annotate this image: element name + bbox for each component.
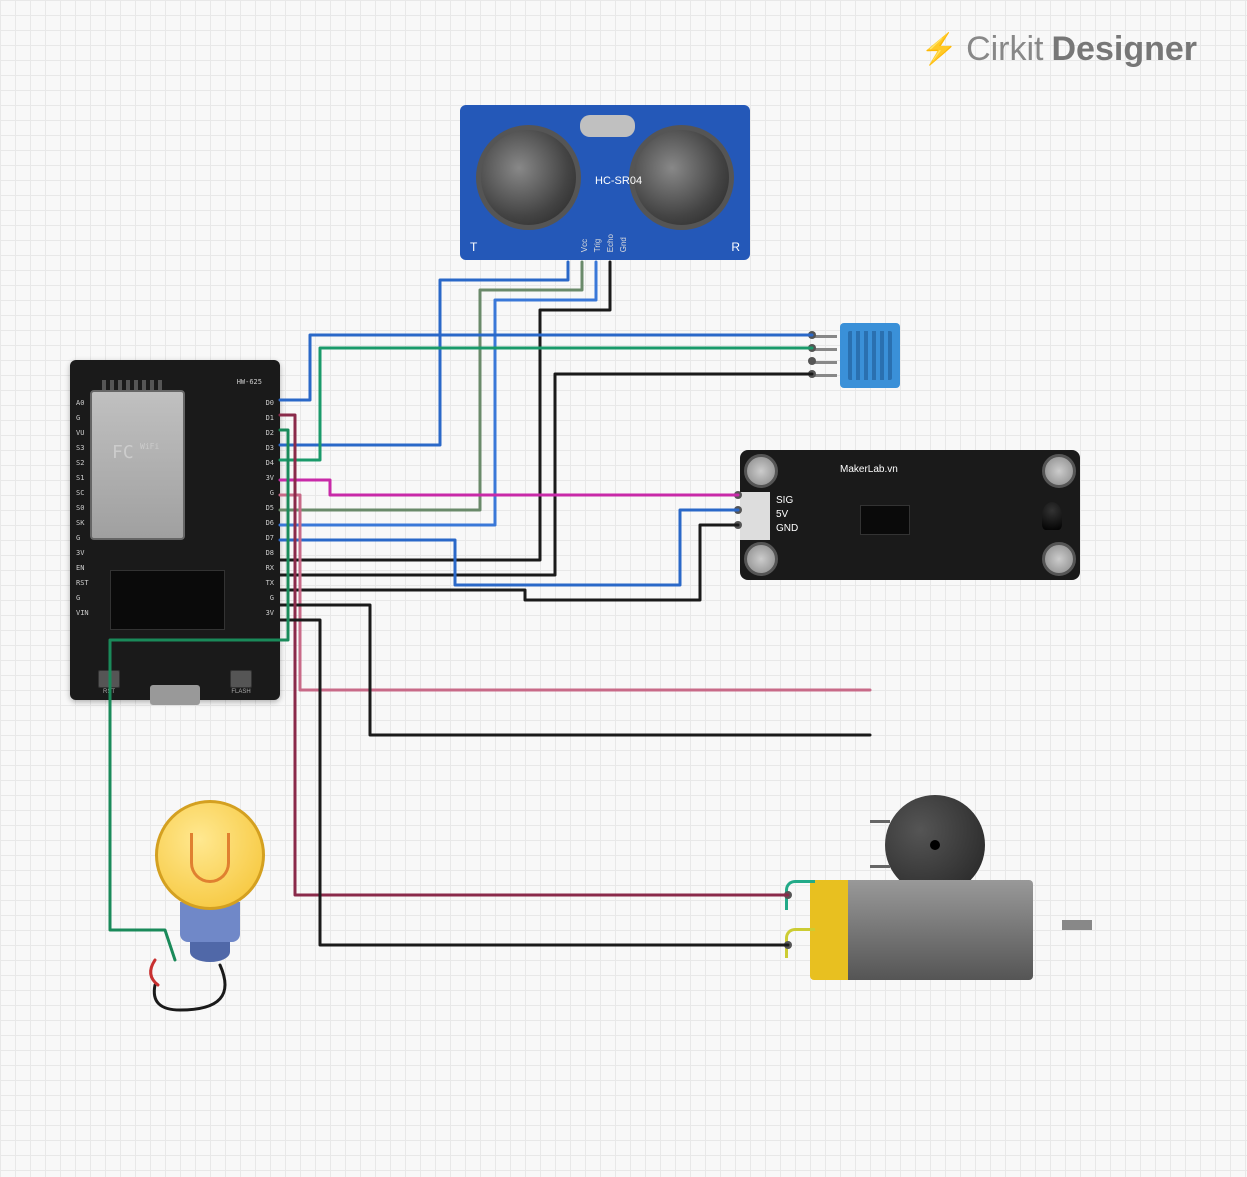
usb-chip: [110, 570, 225, 630]
mount-hole: [744, 454, 778, 488]
motor-endcap: [810, 880, 848, 980]
pin-row-left: A0GVUS3S2S1SCS0SKG3VENRSTGVIN: [76, 396, 89, 621]
flash-button[interactable]: FLASH: [230, 670, 252, 688]
pin-labels: SIG 5V GND: [776, 494, 798, 536]
buzzer-positive: [870, 820, 890, 823]
component-nodemcu[interactable]: FC WiFi HW-625 A0GVUS3S2S1SCS0SKG3VENRST…: [70, 360, 280, 700]
component-dht11[interactable]: [840, 323, 935, 388]
component-bulb[interactable]: [145, 800, 275, 970]
reset-button[interactable]: RST: [98, 670, 120, 688]
component-flame-sensor[interactable]: SIG 5V GND MakerLab.vn: [740, 450, 1080, 580]
bulb-socket: [190, 942, 230, 962]
pin-labels: Vcc Trig Echo Gnd: [580, 234, 628, 252]
board-label: HW-625: [237, 378, 262, 386]
part-label: HC-SR04: [595, 175, 642, 187]
mount-hole: [1042, 454, 1076, 488]
motor-wire-neg: [785, 928, 815, 958]
component-motor[interactable]: [810, 870, 1070, 990]
crystal-oscillator: [580, 115, 635, 137]
dht-leads: [812, 335, 837, 377]
motor-wire-pos: [785, 880, 815, 910]
buzzer-negative: [870, 865, 890, 868]
micro-usb-port: [150, 685, 200, 705]
esp8266-shield: FC WiFi: [90, 390, 185, 540]
maker-label: MakerLab.vn: [840, 464, 898, 475]
dht-body: [840, 323, 900, 388]
mount-hole: [1042, 542, 1076, 576]
transducer-tx: [476, 125, 581, 230]
pin-header: [740, 492, 770, 540]
pin-row-right: D0D1D2D3D43VGD5D6D7D8RXTXG3V: [266, 396, 274, 621]
transducer-rx: [629, 125, 734, 230]
motor-body: [848, 880, 1033, 980]
bulb-glass: [155, 800, 265, 910]
component-ultrasonic[interactable]: HC-SR04 Vcc Trig Echo Gnd T R: [460, 105, 750, 260]
motor-shaft: [1062, 920, 1092, 930]
mount-hole: [744, 542, 778, 576]
ir-receiver: [1042, 502, 1062, 530]
bulb-filament: [190, 833, 230, 883]
circuit-canvas[interactable]: FC WiFi HW-625 A0GVUS3S2S1SCS0SKG3VENRST…: [0, 0, 1247, 1177]
ic-chip: [860, 505, 910, 535]
